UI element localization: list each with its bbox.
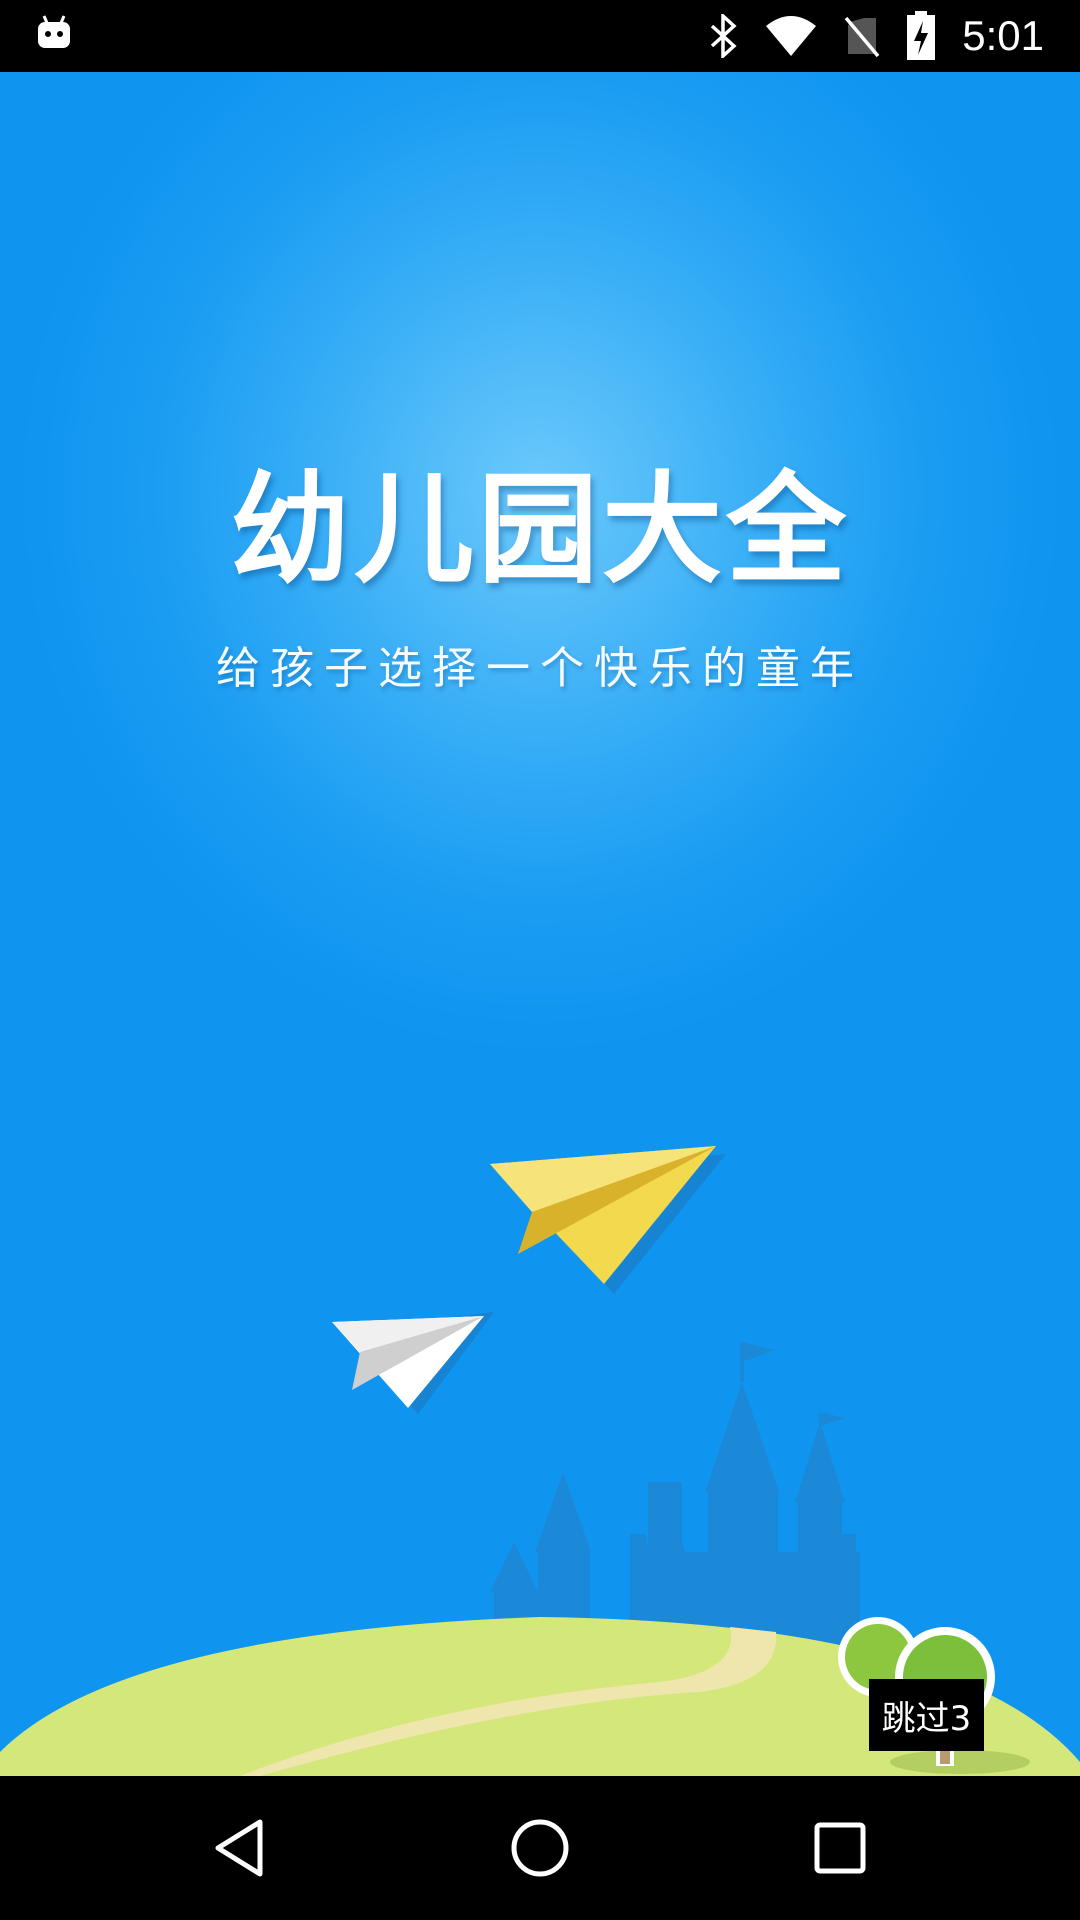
app-title: 幼儿园大全 [230,461,850,600]
bluetooth-icon [711,14,737,58]
battery-charging-icon [907,11,936,60]
wifi-icon [766,16,817,56]
app-slogan: 给孩子选择一个快乐的童年 [216,643,864,694]
home-icon [511,1819,569,1877]
yellow-paper-plane [490,1146,726,1294]
splash-screen: 幼儿园大全 给孩子选择一个快乐的童年 跳过3 [0,72,1080,1776]
android-debug-icon [38,15,70,48]
recents-icon [814,1822,866,1874]
home-button[interactable] [490,1798,590,1898]
white-paper-plane [332,1312,494,1414]
splash-illustration [0,1146,1080,1776]
recents-button[interactable] [790,1798,890,1898]
status-icons: 5:01 [708,0,1044,72]
status-bar: 5:01 [0,0,1080,72]
no-sim-icon [844,16,880,58]
back-icon [215,1819,263,1877]
back-button[interactable] [190,1798,290,1898]
skip-countdown-button[interactable]: 跳过3 [869,1679,984,1751]
status-clock: 5:01 [962,12,1044,59]
system-nav-bar [0,1776,1080,1920]
